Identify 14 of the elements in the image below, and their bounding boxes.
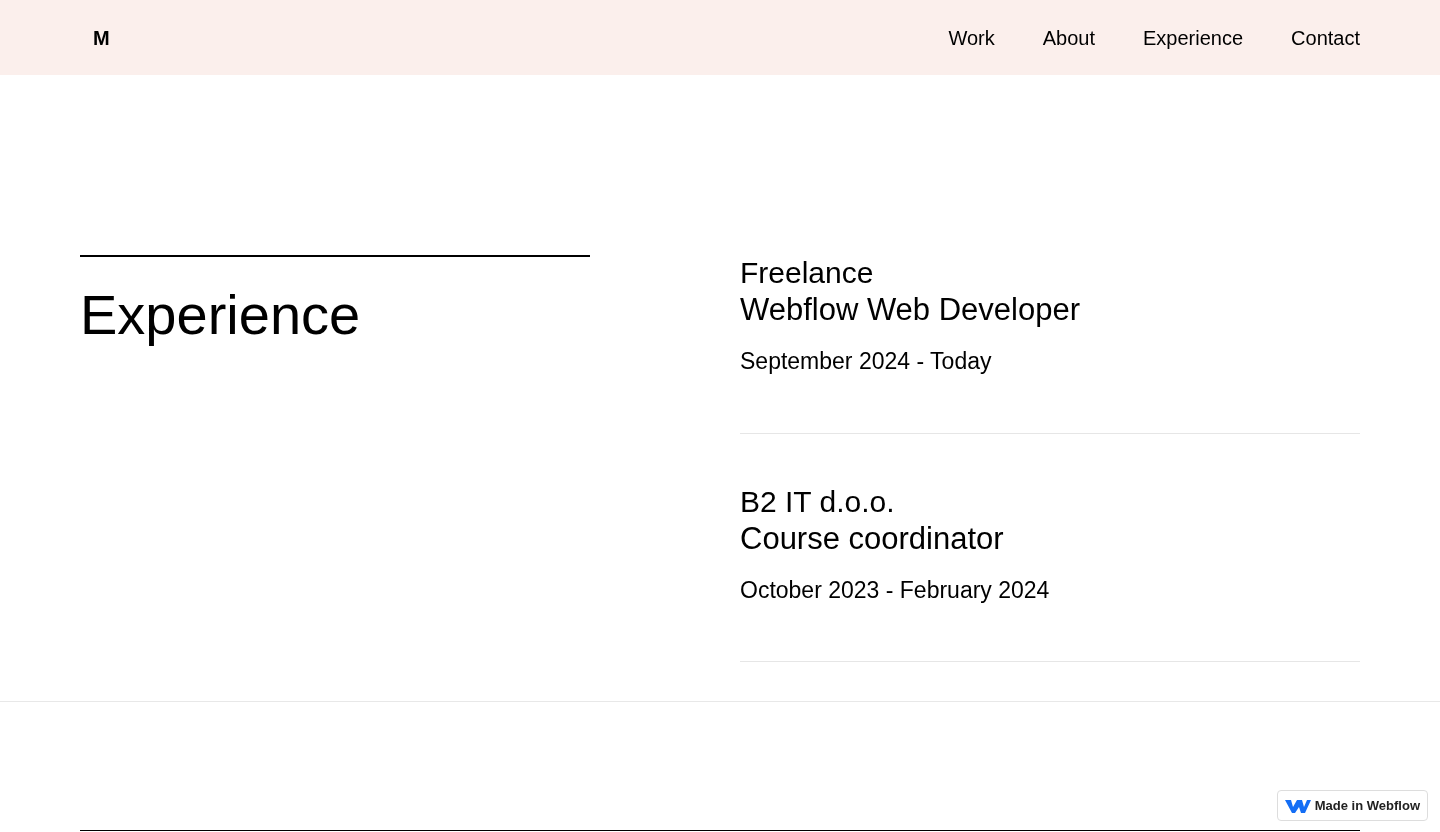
date-range: September 2024 - Today: [740, 347, 993, 377]
date-range: October 2023 - February 2024: [740, 575, 1051, 605]
job-title: Webflow Web Developer: [740, 291, 1082, 329]
made-in-webflow-badge[interactable]: Made in Webflow: [1276, 789, 1428, 821]
badge-label: Made in Webflow: [1314, 796, 1420, 815]
logo[interactable]: M: [93, 27, 110, 48]
company-name: B2 IT d.o.o.: [740, 483, 896, 520]
nav-link[interactable]: Work: [948, 22, 995, 53]
company-name: Freelance: [740, 255, 875, 291]
nav-link[interactable]: About: [1042, 22, 1095, 53]
nav-link[interactable]: Experience: [1143, 22, 1244, 53]
nav-link[interactable]: Contact: [1291, 22, 1360, 53]
job-title: Course coordinator: [740, 519, 1005, 557]
webflow-logo-icon: [1284, 797, 1311, 813]
